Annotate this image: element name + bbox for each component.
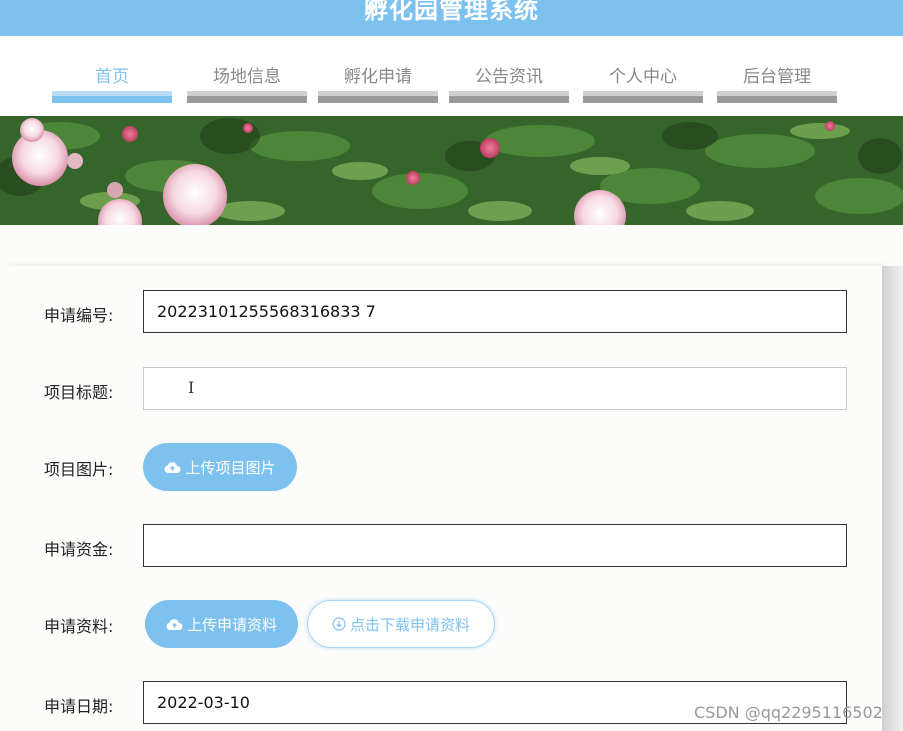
nav-item-label: 个人中心	[609, 67, 677, 87]
upload-project-image-label: 上传项目图片	[185, 458, 276, 477]
materials-label: 申请资料:	[44, 617, 114, 636]
watermark: CSDN @qq2295116502	[694, 703, 883, 722]
project-title-label: 项目标题:	[44, 383, 114, 402]
nav-item-personal-center[interactable]: 个人中心	[583, 36, 703, 106]
nav-item-label: 后台管理	[743, 67, 811, 87]
nav-indicator	[717, 91, 837, 103]
nav-indicator	[187, 91, 307, 103]
nav-indicator	[449, 91, 569, 103]
download-circle-icon	[332, 617, 346, 631]
upload-materials-button[interactable]: 上传申请资料	[145, 600, 298, 648]
funding-row: 申请资金:	[0, 524, 882, 570]
download-materials-button[interactable]: 点击下载申请资料	[307, 600, 495, 648]
download-materials-label: 点击下载申请资料	[349, 615, 470, 634]
nav-item-label: 场地信息	[213, 67, 281, 87]
main-nav: 首页 场地信息 孵化申请 公告资讯 个人中心 后台管理	[0, 36, 903, 116]
nav-item-incubation-apply[interactable]: 孵化申请	[318, 36, 438, 106]
project-title-row: 项目标题: I	[0, 367, 882, 413]
application-no-row: 申请编号: 20223101255568316833 7	[0, 290, 882, 336]
scrollbar-track[interactable]	[882, 266, 903, 731]
funding-field[interactable]	[143, 524, 847, 567]
cloud-upload-icon	[164, 462, 181, 473]
cloud-upload-icon	[166, 619, 183, 630]
nav-item-label: 首页	[95, 67, 129, 87]
upload-project-image-button[interactable]: 上传项目图片	[143, 443, 297, 491]
nav-item-label: 孵化申请	[344, 67, 412, 87]
materials-row: 申请资料: 上传申请资料 点击下载申请资料	[0, 600, 882, 648]
text-cursor-icon: I	[188, 378, 195, 397]
peony-flowers-image	[0, 116, 903, 225]
nav-item-label: 公告资讯	[475, 67, 543, 87]
apply-date-label: 申请日期:	[44, 697, 114, 716]
funding-label: 申请资金:	[44, 540, 114, 559]
nav-indicator	[583, 91, 703, 103]
nav-item-admin[interactable]: 后台管理	[717, 36, 837, 106]
application-no-field[interactable]: 20223101255568316833 7	[143, 290, 847, 333]
project-image-row: 项目图片: 上传项目图片	[0, 443, 882, 491]
nav-item-venue-info[interactable]: 场地信息	[187, 36, 307, 106]
nav-item-announcements[interactable]: 公告资讯	[449, 36, 569, 106]
banner-image	[0, 116, 903, 225]
site-title: 孵化园管理系统	[364, 0, 539, 24]
application-no-label: 申请编号:	[44, 306, 114, 325]
upload-materials-label: 上传申请资料	[186, 615, 277, 634]
nav-indicator	[52, 91, 172, 103]
nav-indicator	[318, 91, 438, 103]
header-bar: 孵化园管理系统	[0, 0, 903, 36]
project-image-label: 项目图片:	[44, 460, 114, 479]
project-title-field[interactable]	[143, 367, 847, 410]
nav-item-home[interactable]: 首页	[52, 36, 172, 106]
